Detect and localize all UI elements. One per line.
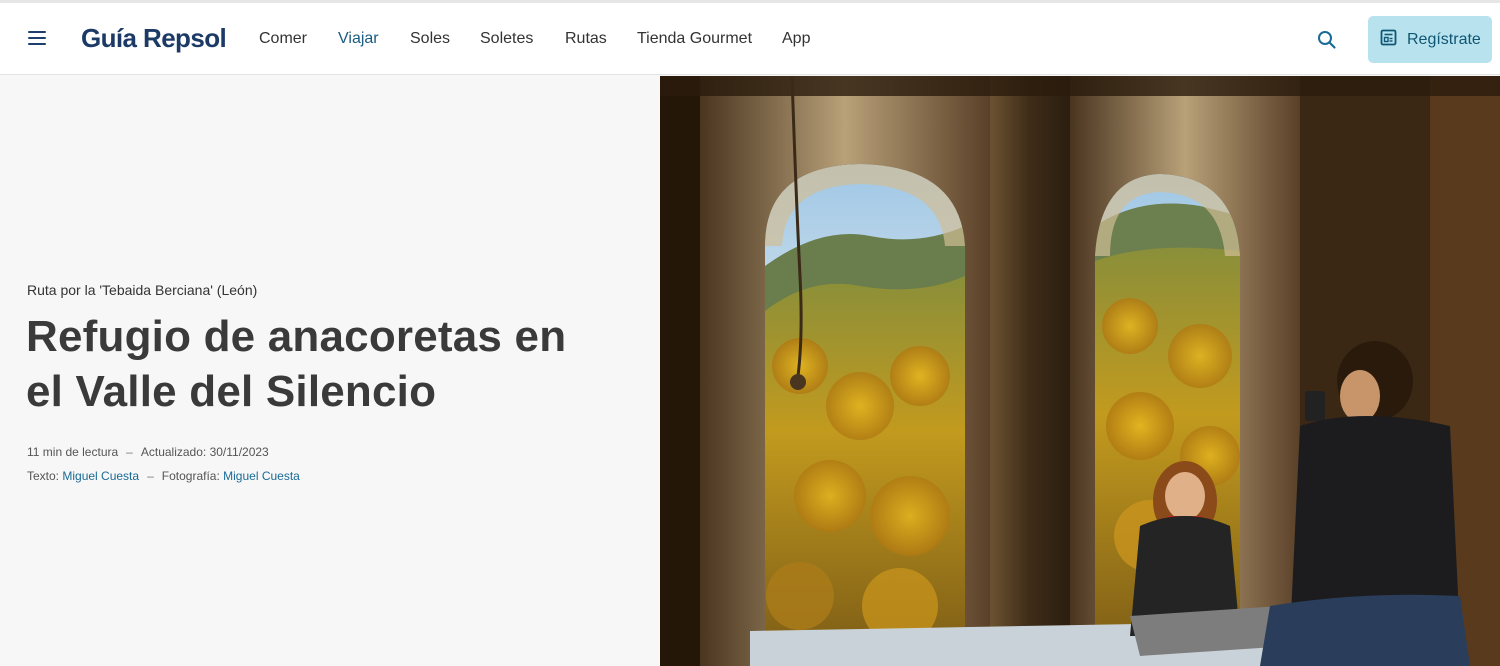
nav-item-tienda-gourmet[interactable]: Tienda Gourmet — [637, 29, 752, 49]
register-button[interactable]: Regístrate — [1368, 16, 1492, 63]
nav-item-app[interactable]: App — [782, 29, 810, 49]
register-form-icon — [1380, 29, 1397, 51]
photo-credit-label: Fotografía: — [161, 469, 220, 483]
article-meta-reading: 11 min de lectura – Actualizado: 30/11/202… — [27, 445, 269, 459]
photo-author-link[interactable]: Miguel Cuesta — [223, 469, 300, 483]
article-title: Refugio de anacoretas en el Valle del Si… — [26, 312, 567, 416]
article-kicker: Ruta por la 'Tebaida Berciana' (León) — [27, 282, 258, 298]
nav-item-comer[interactable]: Comer — [259, 29, 307, 49]
nav-item-soles[interactable]: Soles — [410, 29, 450, 49]
article-meta-credits: Texto: Miguel Cuesta – Fotografía: Miguel … — [27, 469, 300, 483]
site-logo[interactable]: Guía Repsol — [81, 20, 227, 56]
text-author-link[interactable]: Miguel Cuesta — [62, 469, 139, 483]
nav-item-soletes[interactable]: Soletes — [480, 29, 533, 49]
hero-image — [660, 76, 1500, 666]
nav-item-rutas[interactable]: Rutas — [565, 29, 607, 49]
article-intro: Ruta por la 'Tebaida Berciana' (León) Re… — [0, 76, 660, 666]
reading-time: 11 min de lectura — [27, 445, 119, 459]
search-icon[interactable] — [1316, 29, 1338, 51]
article-hero: Ruta por la 'Tebaida Berciana' (León) Re… — [0, 76, 1500, 666]
site-header: Guía Repsol Comer Viajar Soles Soletes R… — [0, 3, 1500, 75]
updated-date: Actualizado: 30/11/2023 — [140, 445, 269, 459]
text-credit-label: Texto: — [27, 469, 60, 483]
hamburger-menu-icon[interactable] — [28, 30, 48, 46]
nav-item-viajar[interactable]: Viajar — [338, 29, 379, 49]
register-button-label: Regístrate — [1407, 30, 1481, 48]
